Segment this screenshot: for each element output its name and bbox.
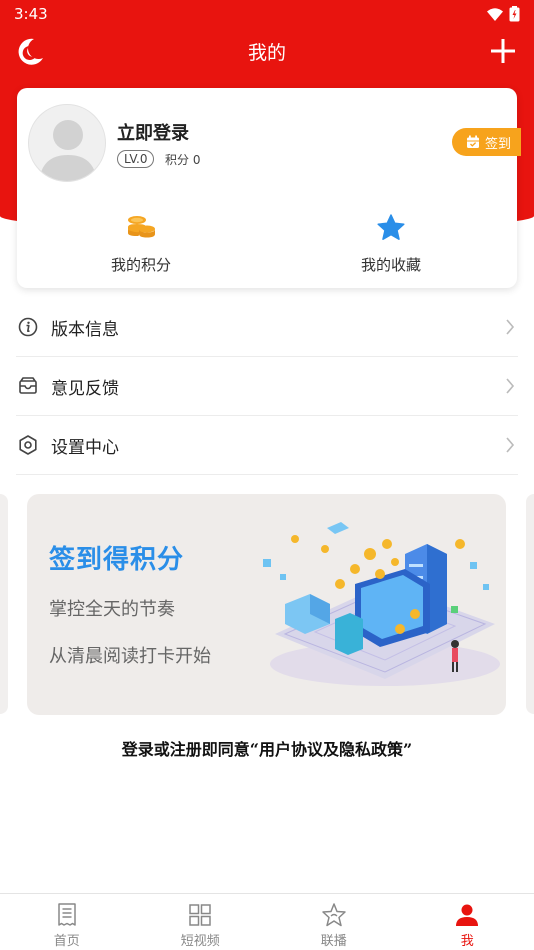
my-points-link[interactable]: 我的积分: [61, 210, 221, 275]
status-icons: [487, 6, 520, 22]
tab-me[interactable]: 我: [401, 894, 534, 950]
info-icon: [18, 317, 38, 337]
avatar[interactable]: [28, 104, 106, 182]
status-bar: 3:43: [0, 0, 534, 28]
star-outline-icon: [322, 903, 346, 927]
signin-promo-banner[interactable]: 签到得积分 掌控全天的节奏 从清晨阅读打卡开始: [27, 494, 506, 715]
person-icon: [456, 904, 479, 926]
banner-prev-peek[interactable]: [0, 494, 8, 714]
points-value: 积分 0: [165, 153, 201, 167]
calendar-icon: [466, 135, 479, 148]
bottom-tab-bar: 首页 短视频 联播 我: [0, 893, 534, 950]
banner-illustration: [263, 522, 500, 686]
tab-broadcast[interactable]: 联播: [267, 894, 401, 950]
battery-icon: [509, 6, 520, 22]
tab-label: 联播: [320, 934, 347, 949]
star-icon: [377, 213, 405, 240]
news-icon: [58, 903, 76, 926]
page-title: 我的: [247, 42, 286, 64]
tab-label: 短视频: [180, 934, 220, 949]
feedback-inbox-icon: [19, 377, 37, 394]
my-favorites-link[interactable]: 我的收藏: [311, 210, 471, 275]
my-points-label: 我的积分: [110, 256, 171, 274]
menu-label: 版本信息: [51, 319, 119, 340]
status-time: 3:43: [14, 5, 48, 23]
chevron-right-icon: [506, 378, 515, 394]
tab-short-video[interactable]: 短视频: [134, 894, 268, 950]
settings-menu: 版本信息 意见反馈 设置中心: [16, 298, 518, 475]
signin-button[interactable]: 签到: [451, 128, 521, 156]
menu-item-version-info[interactable]: 版本信息: [16, 298, 518, 357]
my-favorites-label: 我的收藏: [360, 256, 421, 274]
tab-home[interactable]: 首页: [0, 894, 134, 950]
signin-label: 签到: [484, 136, 511, 152]
tab-label: 我: [460, 934, 474, 949]
settings-gear-icon: [19, 435, 37, 455]
level-badge: LV.0: [117, 150, 155, 168]
wifi-icon: [487, 7, 503, 21]
banner-subtitle-2: 从清晨阅读打卡开始: [49, 646, 211, 667]
tab-label: 首页: [53, 934, 80, 949]
title-bar: 我的: [0, 30, 534, 76]
menu-label: 意见反馈: [51, 378, 119, 399]
banner-subtitle-1: 掌控全天的节奏: [49, 599, 175, 620]
banner-title: 签到得积分: [49, 545, 185, 575]
coins-icon: [128, 216, 155, 238]
menu-item-settings[interactable]: 设置中心: [16, 416, 518, 475]
agreement-link[interactable]: 登录或注册即同意“用户协议及隐私政策”: [0, 736, 534, 760]
default-avatar-icon: [39, 120, 97, 181]
chevron-right-icon: [506, 319, 515, 335]
menu-item-feedback[interactable]: 意见反馈: [16, 357, 518, 416]
banner-next-peek[interactable]: [526, 494, 534, 714]
chevron-right-icon: [506, 437, 515, 453]
profile-card: 立即登录 LV.0 积分 0 签到 我的积分 我的收藏: [17, 88, 521, 288]
login-link[interactable]: 立即登录: [117, 119, 189, 145]
grid-icon: [189, 904, 211, 926]
plus-icon[interactable]: [488, 36, 518, 66]
menu-label: 设置中心: [51, 437, 119, 458]
